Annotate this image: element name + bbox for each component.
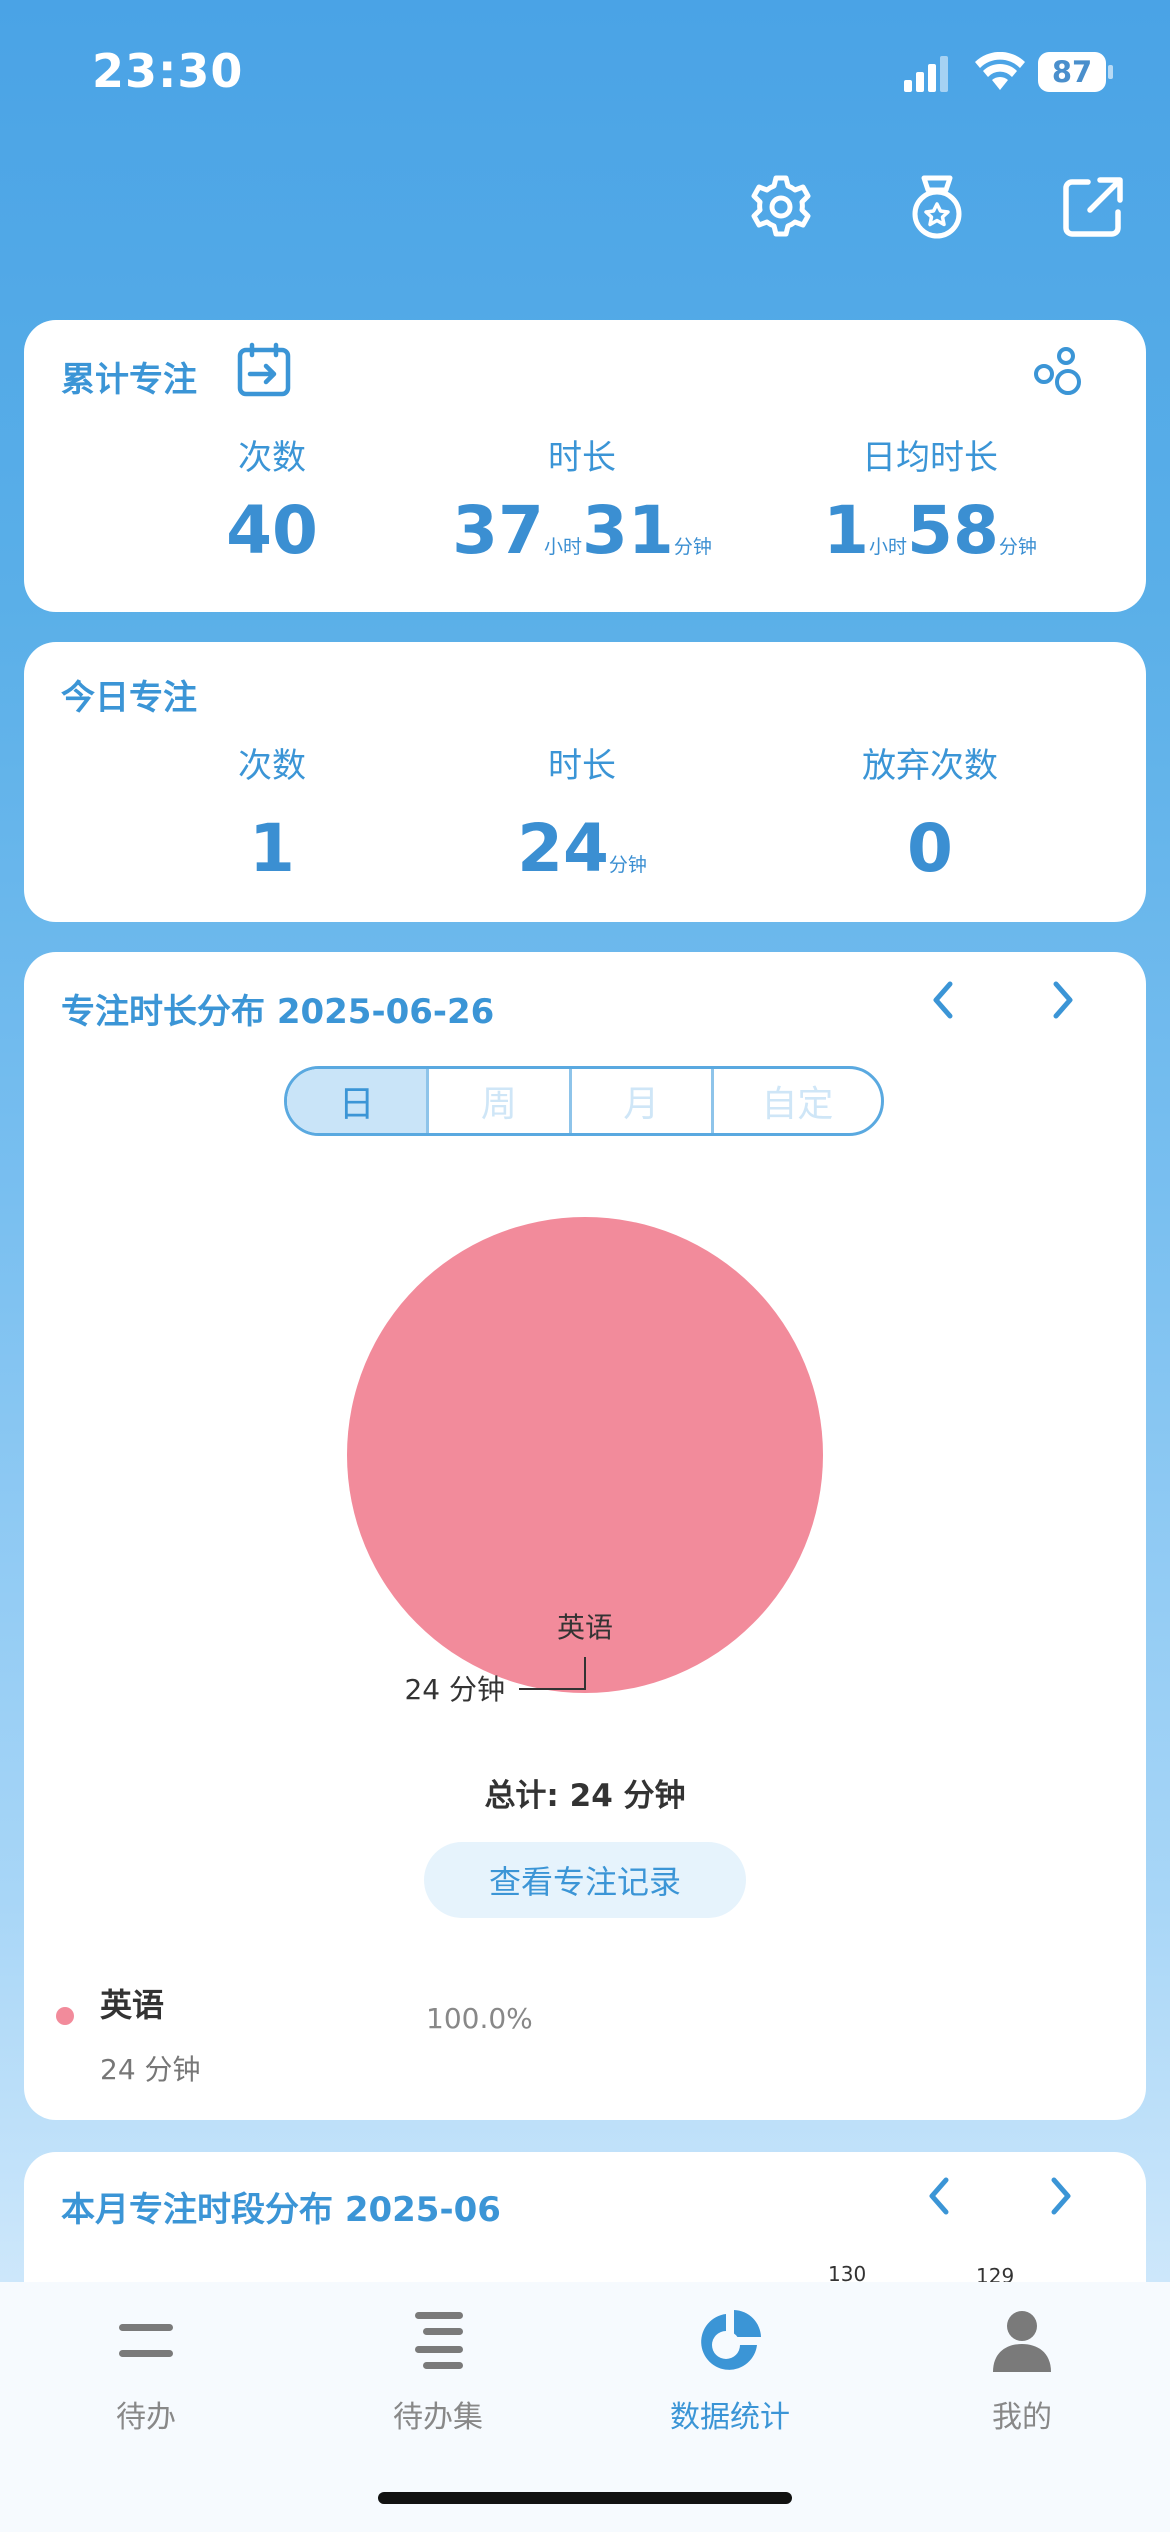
today-title: 今日专注 (61, 678, 197, 718)
today-duration-value: 24分钟 (517, 810, 647, 887)
distribution-title: 专注时长分布 2025-06-26 (61, 992, 495, 1032)
calendar-export-icon[interactable] (236, 342, 292, 398)
tab-stats-label: 数据统计 (670, 2400, 790, 2435)
cumulative-count-label: 次数 (238, 438, 306, 478)
cellular-signal-icon (904, 56, 948, 92)
legend-color-dot (56, 2007, 74, 2025)
cumulative-duration-value: 37小时31分钟 (452, 492, 712, 569)
previous-day-button[interactable] (924, 970, 964, 1041)
battery-indicator: 87 (1038, 52, 1113, 92)
today-duration-label: 时长 (548, 746, 616, 786)
previous-month-button[interactable] (920, 2166, 960, 2237)
today-abandon-value: 0 (907, 810, 953, 887)
tab-todo-label: 待办 (116, 2400, 176, 2435)
pie-value-label: 24 分钟 (404, 1673, 505, 1706)
battery-level: 87 (1051, 55, 1093, 89)
pie-slice-label: 英语 (557, 1611, 613, 1644)
tab-stats[interactable]: 数据统计 (584, 2306, 876, 2436)
cumulative-daily-value: 1小时58分钟 (823, 492, 1037, 569)
segment-custom[interactable]: 自定 (714, 1069, 881, 1133)
cumulative-duration-label: 时长 (548, 438, 616, 478)
cumulative-daily-label: 日均时长 (862, 438, 998, 478)
legend-name: 英语 (100, 1986, 165, 2024)
home-indicator[interactable] (378, 2492, 792, 2504)
tab-profile[interactable]: 我的 (876, 2306, 1168, 2436)
segment-week[interactable]: 周 (429, 1069, 572, 1133)
tab-todo-set[interactable]: 待办集 (292, 2306, 584, 2436)
bubbles-icon[interactable] (1030, 344, 1086, 400)
tab-todo-set-label: 待办集 (393, 2400, 483, 2435)
today-focus-card: 今日专注 次数 时长 放弃次数 1 24分钟 0 (24, 642, 1146, 922)
wifi-icon (975, 52, 1025, 90)
total-duration: 总计: 24 分钟 (484, 1778, 686, 1814)
chevron-right-icon (1051, 2177, 1071, 2215)
todo-icon (119, 2324, 173, 2357)
profile-icon (993, 2311, 1051, 2372)
cumulative-focus-card: 累计专注 次数 时长 日均时长 40 37小时31分钟 1小时58分钟 (24, 320, 1146, 612)
tab-profile-label: 我的 (992, 2400, 1052, 2435)
chevron-left-icon (933, 981, 953, 1019)
legend-duration: 24 分钟 (100, 2053, 201, 2086)
tab-todo[interactable]: 待办 (0, 2306, 292, 2436)
view-records-button[interactable]: 查看专注记录 (424, 1842, 746, 1918)
focus-pie-chart: 英语 24 分钟 (347, 1217, 823, 1706)
settings-icon[interactable] (746, 172, 816, 242)
chevron-left-icon (929, 2177, 949, 2215)
segment-month[interactable]: 月 (572, 1069, 714, 1133)
stats-pie-icon (701, 2310, 761, 2370)
next-month-button[interactable] (1040, 2166, 1080, 2237)
cumulative-count-value: 40 (226, 492, 318, 569)
status-time: 23:30 (92, 44, 244, 98)
today-count-value: 1 (249, 810, 295, 887)
cumulative-title: 累计专注 (61, 360, 197, 400)
todo-set-icon (415, 2312, 463, 2369)
legend-percent: 100.0% (426, 2002, 533, 2035)
monthly-title: 本月专注时段分布 2025-06 (61, 2190, 501, 2230)
medal-icon[interactable] (902, 172, 972, 242)
chevron-right-icon (1053, 981, 1073, 1019)
segment-day[interactable]: 日 (287, 1069, 430, 1133)
today-count-label: 次数 (238, 746, 306, 786)
share-icon[interactable] (1058, 172, 1128, 242)
today-abandon-label: 放弃次数 (862, 746, 998, 786)
next-day-button[interactable] (1042, 970, 1082, 1041)
period-segmented-control[interactable]: 日 周 月 自定 (284, 1066, 884, 1136)
